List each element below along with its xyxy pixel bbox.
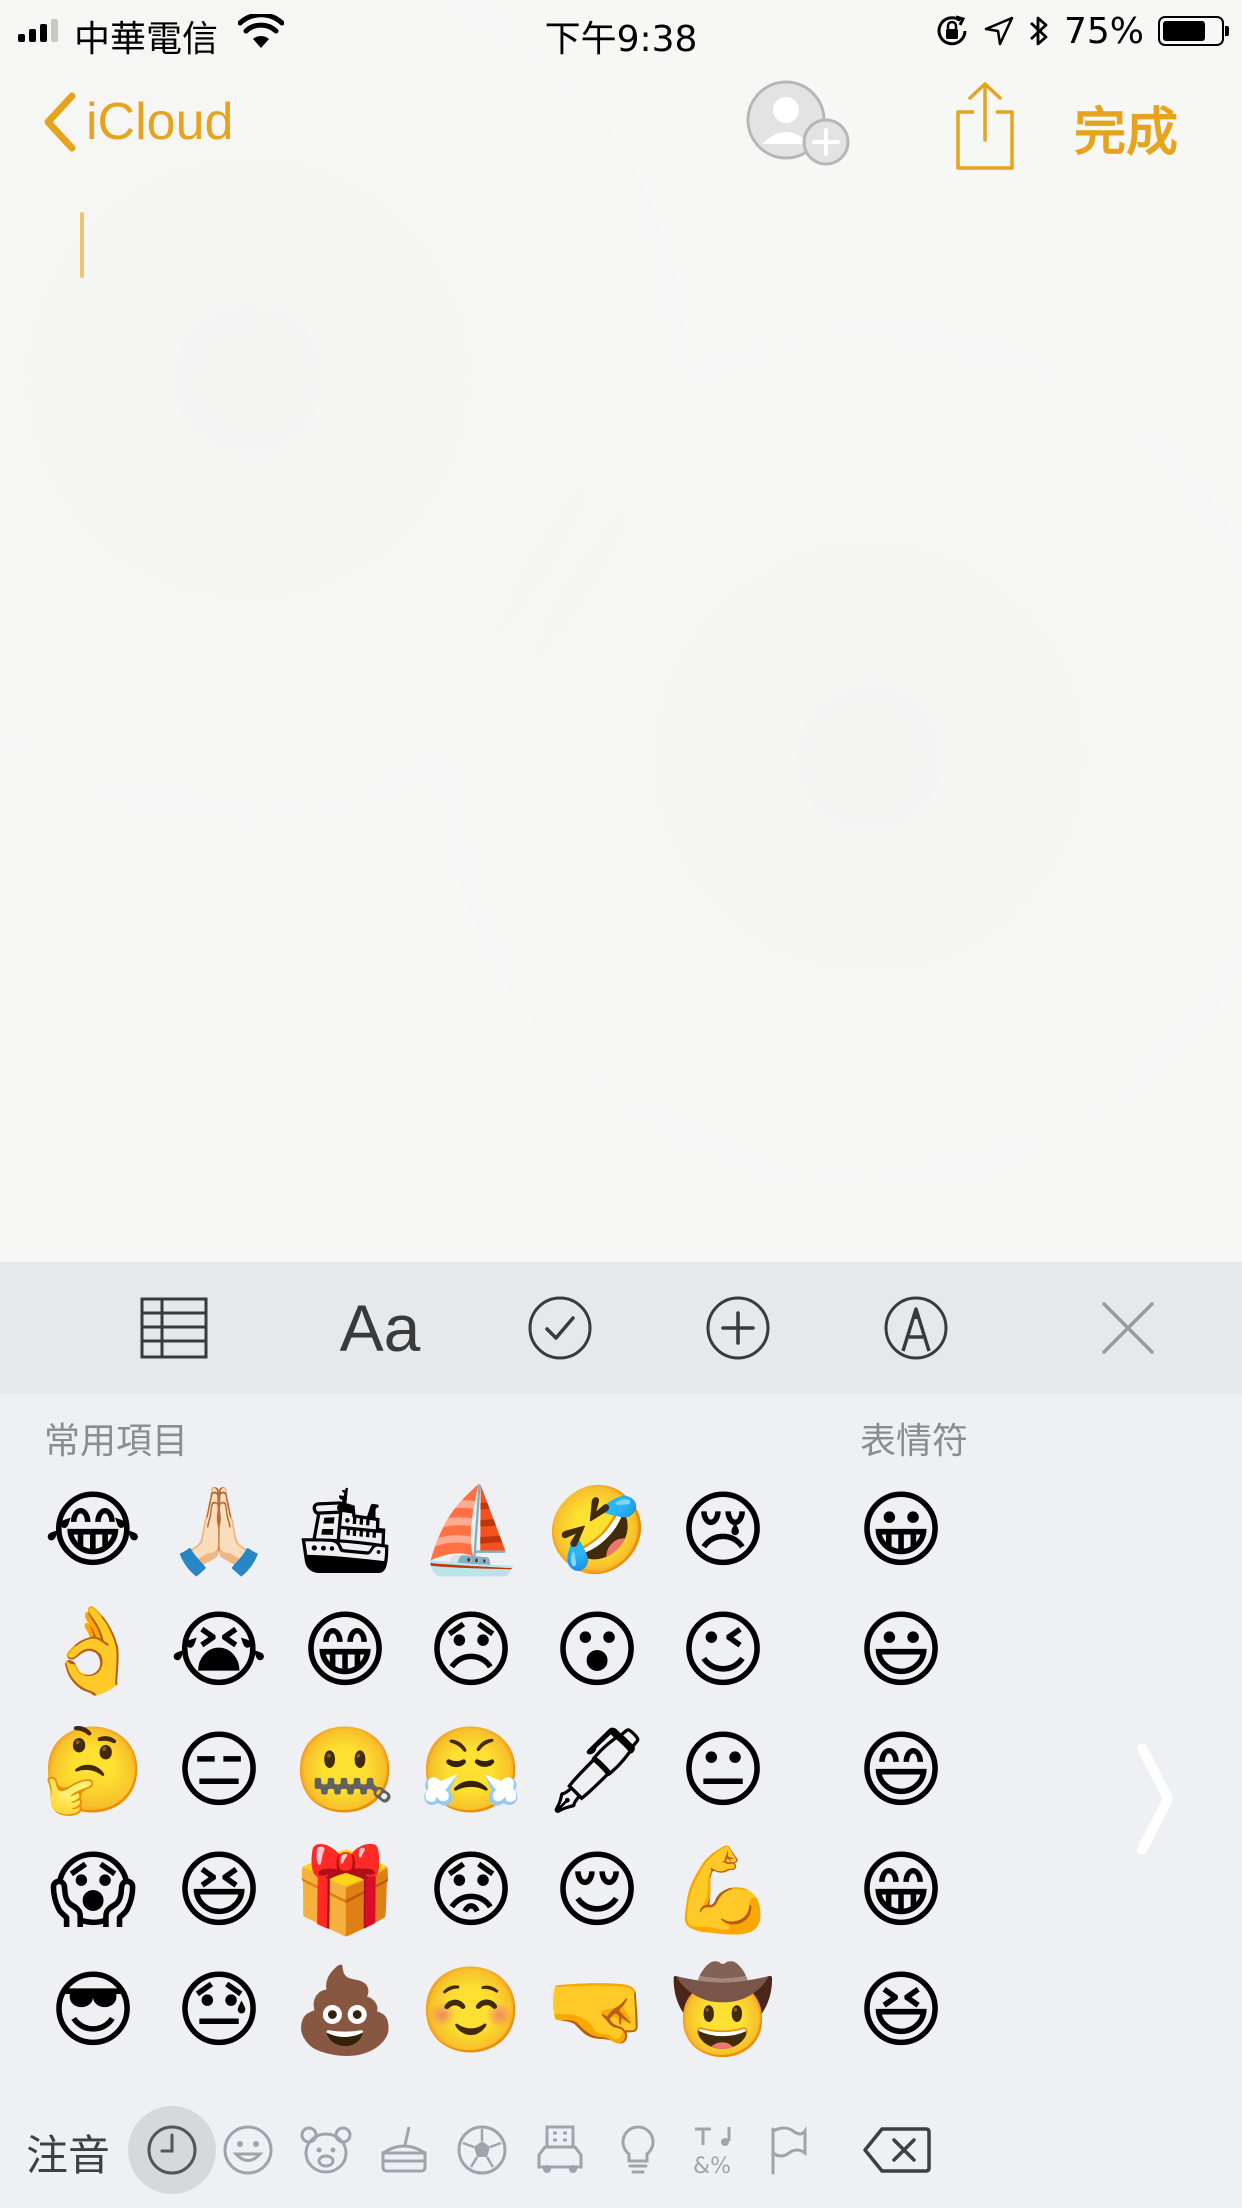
- category-food[interactable]: [368, 2114, 440, 2186]
- bluetooth-icon: [1030, 16, 1048, 46]
- frequent-emoji[interactable]: 🎁: [282, 1830, 408, 1950]
- category-flags[interactable]: [752, 2114, 824, 2186]
- frequent-emoji[interactable]: 😞: [408, 1590, 534, 1710]
- text-format-button[interactable]: Aa: [330, 1288, 430, 1368]
- category-activity[interactable]: [446, 2114, 518, 2186]
- category-symbols[interactable]: &%: [680, 2114, 752, 2186]
- delete-icon[interactable]: [862, 2126, 932, 2174]
- frequent-emoji[interactable]: ☺️: [408, 1950, 534, 2070]
- zhuyin-keyboard-key[interactable]: 注音: [26, 2122, 110, 2183]
- frequent-emoji[interactable]: 😎: [30, 1950, 156, 2070]
- smileys-icon: [223, 2125, 273, 2175]
- markup-button[interactable]: [876, 1288, 956, 1368]
- frequent-emoji[interactable]: 💩: [282, 1950, 408, 2070]
- smileys-emoji[interactable]: 😀: [838, 1470, 964, 1590]
- add-person-icon[interactable]: [742, 80, 852, 170]
- battery-level-fill: [1163, 21, 1205, 41]
- category-objects[interactable]: [602, 2114, 674, 2186]
- table-icon: [140, 1297, 208, 1359]
- close-icon: [1102, 1302, 1154, 1354]
- frequent-emoji[interactable]: 🤜: [534, 1950, 660, 2070]
- category-animals[interactable]: [290, 2114, 362, 2186]
- frequent-emoji[interactable]: 💪: [660, 1830, 786, 1950]
- status-bar: 中華電信 下午9:38 75%: [0, 0, 1242, 60]
- share-icon[interactable]: [952, 80, 1018, 172]
- chevron-left-icon: [44, 92, 76, 152]
- frequent-emoji[interactable]: 😑: [156, 1710, 282, 1830]
- orientation-lock-icon: [937, 15, 967, 46]
- svg-text:&%: &%: [693, 2154, 731, 2177]
- smileys-emoji[interactable]: 😄: [838, 1710, 964, 1830]
- frequent-emoji[interactable]: 😌: [534, 1830, 660, 1950]
- nav-bar: iCloud 完成: [0, 60, 1242, 190]
- table-button[interactable]: [134, 1288, 214, 1368]
- text-cursor: [80, 212, 84, 278]
- chevron-right-icon: [1137, 1744, 1173, 1854]
- frequent-emoji[interactable]: 🤐: [282, 1710, 408, 1830]
- frequent-emoji[interactable]: 😂: [30, 1470, 156, 1590]
- frequent-emoji[interactable]: 😤: [408, 1710, 534, 1830]
- location-icon: [984, 16, 1014, 46]
- done-button[interactable]: 完成: [1074, 90, 1178, 165]
- emoji-keyboard: 常用項目 表情符號 😂🙏🏻🛳⛵🤣😢👌😭😁😞😮😉🤔😑🤐😤🖋😐😱😆🎁😟😌💪😎😓💩☺️…: [0, 1394, 1242, 2208]
- flags-icon: [771, 2126, 807, 2175]
- frequent-section-label: 常用項目: [44, 1421, 189, 1462]
- frequent-emoji[interactable]: 😆: [156, 1830, 282, 1950]
- checklist-icon: [528, 1296, 592, 1360]
- back-button-label: iCloud: [86, 93, 234, 151]
- food-icon: [381, 2126, 427, 2173]
- category-recent[interactable]: [128, 2106, 216, 2194]
- battery-percent: 75%: [1063, 10, 1144, 52]
- frequent-emoji[interactable]: 😐: [660, 1710, 786, 1830]
- frequent-emoji[interactable]: 😭: [156, 1590, 282, 1710]
- recent-icon: [147, 2125, 197, 2175]
- frequent-emoji[interactable]: 😮: [534, 1590, 660, 1710]
- add-button[interactable]: [698, 1288, 778, 1368]
- note-text-area[interactable]: [0, 190, 1242, 1262]
- smileys-emoji[interactable]: 😆: [838, 1950, 964, 2070]
- symbols-icon: &%: [693, 2127, 731, 2177]
- back-button[interactable]: iCloud: [40, 90, 233, 154]
- smileys-emoji[interactable]: 😃: [838, 1590, 964, 1710]
- frequent-emoji[interactable]: 🤔: [30, 1710, 156, 1830]
- frequent-emoji[interactable]: 🖋: [534, 1710, 660, 1830]
- frequent-emoji[interactable]: 🙏🏻: [156, 1470, 282, 1590]
- battery-icon: [1158, 16, 1229, 46]
- checklist-button[interactable]: [520, 1288, 600, 1368]
- format-toolbar: Aa: [0, 1262, 1242, 1394]
- activity-icon: [457, 2125, 507, 2175]
- notes-screen: 中華電信 下午9:38 75% iCloud 完成 Aa 常用項目 表情符 😂 …: [0, 0, 1242, 2208]
- frequent-emoji[interactable]: 🛳: [282, 1470, 408, 1590]
- frequent-emoji[interactable]: 😁: [282, 1590, 408, 1710]
- text-format-label: Aa: [339, 1291, 421, 1365]
- category-travel[interactable]: [524, 2114, 596, 2186]
- frequent-emoji[interactable]: 😓: [156, 1950, 282, 2070]
- category-smileys[interactable]: [212, 2114, 284, 2186]
- frequent-emoji[interactable]: 🤠: [660, 1950, 786, 2070]
- add-icon: [706, 1296, 770, 1360]
- frequent-emoji[interactable]: 👌: [30, 1590, 156, 1710]
- travel-icon: [537, 2125, 583, 2173]
- frequent-emoji[interactable]: 😢: [660, 1470, 786, 1590]
- frequent-emoji[interactable]: 🤣: [534, 1470, 660, 1590]
- status-right-group: 75%: [934, 10, 1229, 52]
- frequent-emoji[interactable]: 😉: [660, 1590, 786, 1710]
- close-toolbar-button[interactable]: [1088, 1288, 1168, 1368]
- animals-icon: [300, 2126, 352, 2174]
- markup-icon: [884, 1296, 948, 1360]
- smileys-emoji[interactable]: 😁: [838, 1830, 964, 1950]
- frequent-emoji[interactable]: 😱: [30, 1830, 156, 1950]
- smileys-emoji-grid: 😀 😃 😄 😁 😆: [838, 1470, 964, 2070]
- objects-icon: [621, 2125, 655, 2174]
- frequent-emoji[interactable]: ⛵: [408, 1470, 534, 1590]
- frequent-emoji-grid: 😂 🙏🏻 🛳 ⛵ 🤣 😢 👌 😭 😁 😞 😮 😉 🤔 😑 🤐 😤 🖋 😐 😱 😆 🎁 😟 😌 💪 😎 😓 💩 ☺️ 🤜 🤠: [30, 1470, 810, 2070]
- smileys-section-label: 表情符號: [860, 1421, 966, 1462]
- emoji-category-bar: 注音 &%: [0, 2084, 1242, 2208]
- frequent-emoji[interactable]: 😟: [408, 1830, 534, 1950]
